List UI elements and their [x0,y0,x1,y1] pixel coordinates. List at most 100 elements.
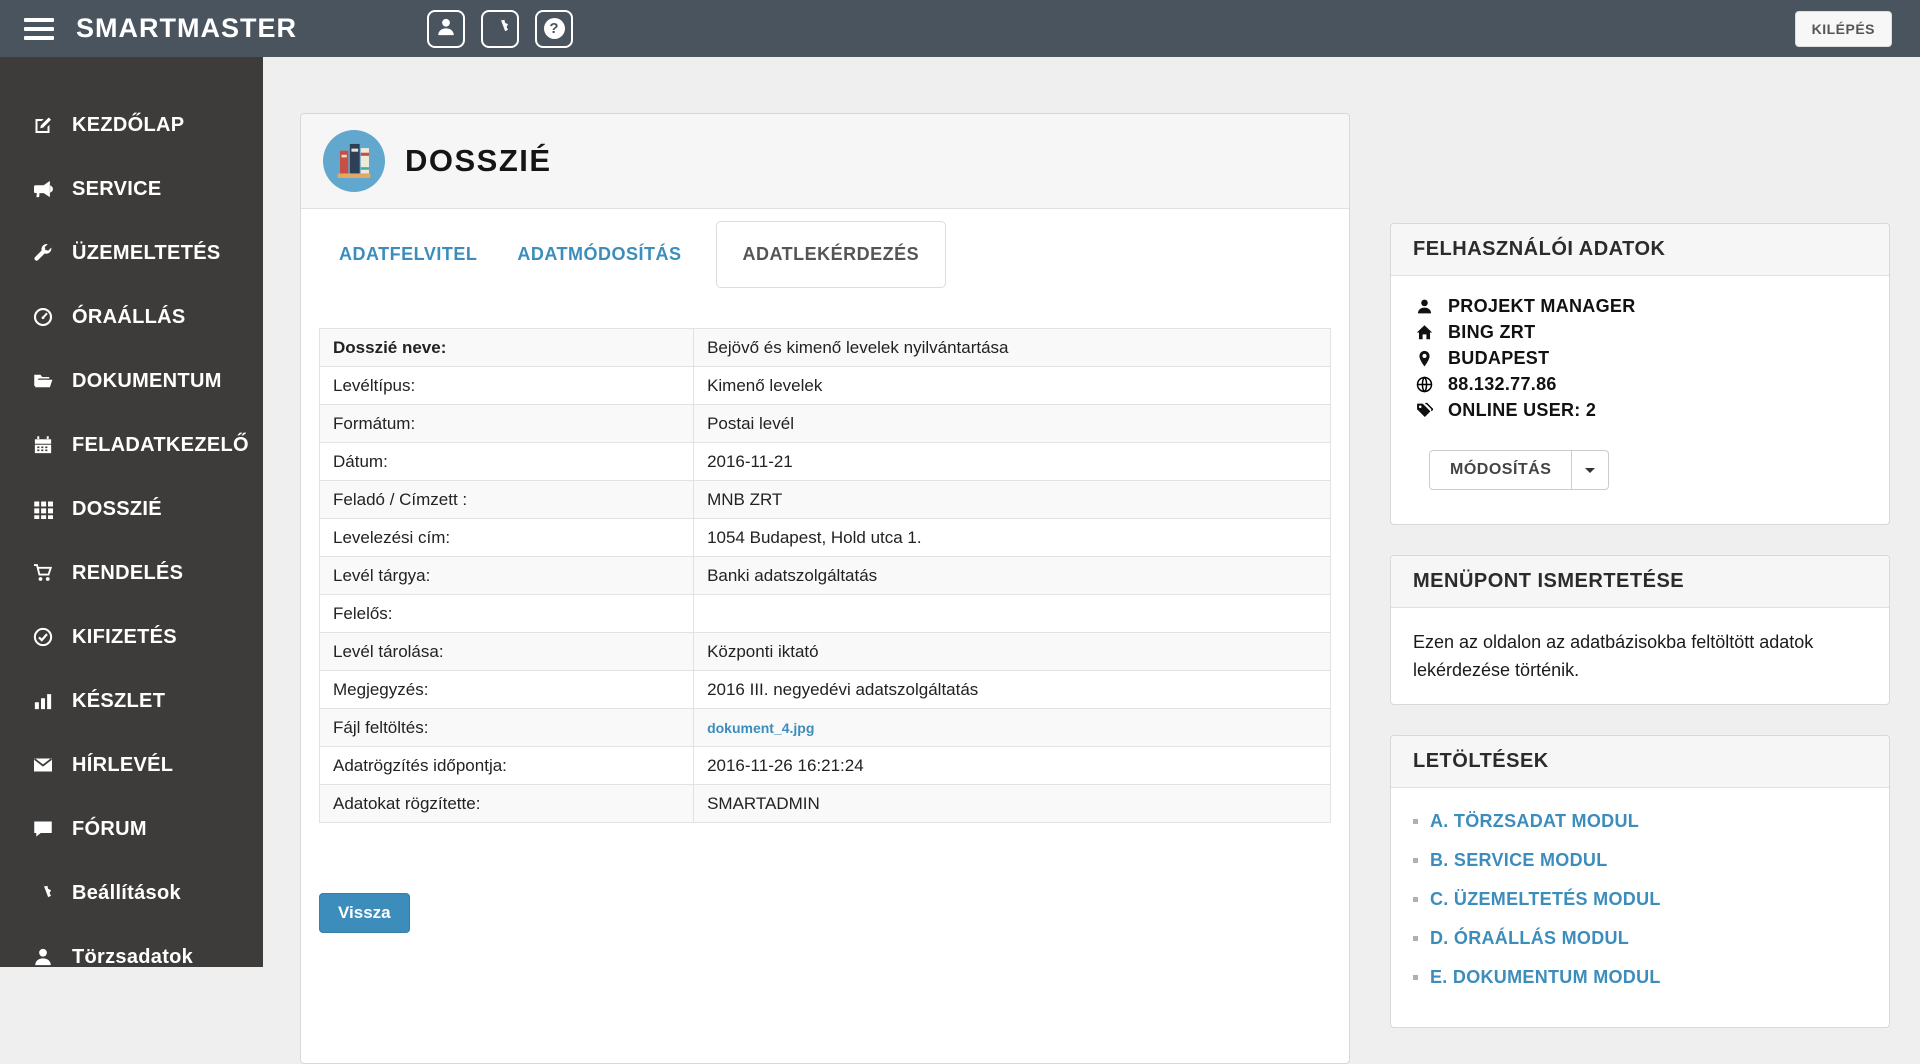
menu-info-panel-title: MENÜPONT ISMERTETÉSE [1391,556,1889,608]
sidebar-item-oraallas[interactable]: ÓRAÁLLÁS [0,285,263,349]
download-link-b-service-modul[interactable]: B. SERVICE MODUL [1430,850,1608,871]
row-label: Dátum: [318,442,695,481]
sidebar-item-uzemeltetes[interactable]: ÜZEMELTETÉS [0,221,263,285]
bullhorn-icon [30,178,56,200]
user-info-text: ONLINE USER: 2 [1448,400,1597,420]
row-value: Banki adatszolgáltatás [693,556,1331,595]
edit-icon [30,114,56,136]
tags-icon [1413,401,1435,420]
sidebar-item-kifizetes[interactable]: KIFIZETÉS [0,605,263,669]
tab-adatlekerdezes[interactable]: ADATLEKÉRDEZÉS [715,221,947,288]
sidebar-item-service[interactable]: SERVICE [0,157,263,221]
user-button[interactable] [427,9,465,48]
row-value: MNB ZRT [693,480,1331,519]
user-info-item: BING ZRT [1413,322,1867,343]
download-link-c-uzemeltetes-modul[interactable]: C. ÜZEMELTETÉS MODUL [1430,889,1661,910]
table-row: Fájl feltöltés: dokument_4.jpg [318,708,1331,747]
sidebar-item-kezdolap[interactable]: KEZDŐLAP [0,93,263,157]
bullet-icon [1413,975,1418,980]
download-item: D. ÓRAÁLLÁS MODUL [1413,919,1867,958]
row-label: Feladó / Címzett : [318,480,695,519]
user-icon [1413,297,1435,316]
downloads-panel-title: LETÖLTÉSEK [1391,736,1889,788]
row-value: Központi iktató [693,632,1331,671]
row-value: 2016 III. negyedévi adatszolgáltatás [693,670,1331,709]
question-icon: ? [543,18,565,39]
modify-button[interactable]: MÓDOSÍTÁS [1429,450,1610,490]
right-column: FELHASZNÁLÓI ADATOK PROJEKT MANAGER BING … [1390,113,1890,1028]
globe-icon [1413,375,1435,394]
tab-adatfelvitel[interactable]: ADATFELVITEL [319,222,497,287]
settings-button[interactable] [481,9,519,48]
menu-info-text: Ezen az oldalon az adatbázisokba feltölt… [1413,632,1814,680]
content-area: DOSSZIÉ ADATFELVITEL ADATMÓDOSÍTÁS ADATLEK… [263,57,1920,1064]
user-info-item: ONLINE USER: 2 [1413,400,1867,421]
row-value: 1054 Budapest, Hold utca 1. [693,518,1331,557]
help-button[interactable]: ? [535,9,573,48]
caret-down-icon [1585,467,1596,473]
bullet-icon [1413,897,1418,902]
uploaded-file-link[interactable]: dokument_4.jpg [707,720,814,736]
sidebar-item-hirlevel[interactable]: HÍRLEVÉL [0,733,263,797]
download-link-a-torzsadat-modul[interactable]: A. TÖRZSADAT MODUL [1430,811,1639,832]
table-row: Dosszié neve: Bejövő és kimenő levelek ny… [318,328,1331,367]
sidebar-item-rendeles[interactable]: RENDELÉS [0,541,263,605]
modify-dropdown-toggle[interactable] [1572,451,1608,489]
user-info-text: BUDAPEST [1448,348,1550,368]
sidebar-item-label: Beállítások [72,881,181,904]
download-link-e-dokumentum-modul[interactable]: E. DOKUMENTUM MODUL [1430,967,1661,988]
sidebar-nav: KEZDŐLAP SERVICE ÜZEMELTETÉS ÓRAÁLLÁS DOKUME… [0,57,263,968]
menu-toggle-icon[interactable] [24,13,54,45]
row-label: Levelezési cím: [318,518,695,557]
downloads-panel: LETÖLTÉSEK A. TÖRZSADAT MODUL B. SERVICE … [1390,735,1890,1028]
row-label: Levél tárgya: [318,556,695,595]
row-label: Megjegyzés: [318,670,695,709]
sidebar-item-label: SERVICE [72,177,162,200]
user-info-text: PROJEKT MANAGER [1448,296,1636,316]
sidebar-item-label: ÜZEMELTETÉS [72,241,221,264]
row-value [693,594,1331,633]
wrench-icon [30,242,56,264]
download-item: C. ÜZEMELTETÉS MODUL [1413,880,1867,919]
tab-adatmodositas[interactable]: ADATMÓDOSÍTÁS [497,222,701,287]
dossier-panel-body: ADATFELVITEL ADATMÓDOSÍTÁS ADATLEKÉRDEZÉS … [301,209,1349,1063]
sidebar-item-label: KÉSZLET [72,689,166,712]
main-column: DOSSZIÉ ADATFELVITEL ADATMÓDOSÍTÁS ADATLEK… [300,113,1350,1064]
sidebar-item-keszlet[interactable]: KÉSZLET [0,669,263,733]
sidebar-item-dosszie[interactable]: DOSSZIÉ [0,477,263,541]
back-button[interactable]: Vissza [319,893,410,933]
download-item: B. SERVICE MODUL [1413,841,1867,880]
gear-icon [490,17,510,40]
sidebar-item-beallitasok[interactable]: Beállítások [0,861,263,925]
books-icon [323,130,385,192]
user-data-panel: FELHASZNÁLÓI ADATOK PROJEKT MANAGER BING … [1390,223,1890,525]
row-label: Felelős: [318,594,695,633]
download-link-d-oraallas-modul[interactable]: D. ÓRAÁLLÁS MODUL [1430,928,1629,949]
dossier-panel: DOSSZIÉ ADATFELVITEL ADATMÓDOSÍTÁS ADATLEK… [300,113,1350,1064]
table-row: Levelezési cím: 1054 Budapest, Hold utca … [318,518,1331,557]
comment-icon [30,818,56,840]
table-row: Formátum: Postai levél [318,404,1331,443]
modify-button-label[interactable]: MÓDOSÍTÁS [1430,451,1573,489]
sidebar-item-label: DOKUMENTUM [72,369,222,392]
table-row: Dátum: 2016-11-21 [318,442,1331,481]
user-info-item: 88.132.77.86 [1413,374,1867,395]
user-info-item: PROJEKT MANAGER [1413,296,1867,317]
table-row: Felelős: [318,594,1331,633]
sidebar-item-label: RENDELÉS [72,561,184,584]
logout-button[interactable]: KILÉPÉS [1794,10,1892,47]
folder-open-icon [30,370,56,392]
sidebar-item-dokumentum[interactable]: DOKUMENTUM [0,349,263,413]
sidebar-item-torzsadatok[interactable]: Törzsadatok [0,925,263,989]
user-icon [436,17,456,40]
downloads-list: A. TÖRZSADAT MODUL B. SERVICE MODUL C. ÜZE… [1413,802,1867,997]
table-row: Levéltípus: Kimenő levelek [318,366,1331,405]
calendar-icon [30,434,56,456]
gauge-icon [30,306,56,328]
sidebar-item-forum[interactable]: FÓRUM [0,797,263,861]
menu-info-panel: MENÜPONT ISMERTETÉSE Ezen az oldalon az … [1390,555,1890,705]
app-brand: SMARTMASTER [76,13,297,43]
sidebar-item-feladatkezelo[interactable]: FELADATKEZELŐ [0,413,263,477]
table-row: Levél tárolása: Központi iktató [318,632,1331,671]
row-label: Dosszié neve: [318,328,695,367]
